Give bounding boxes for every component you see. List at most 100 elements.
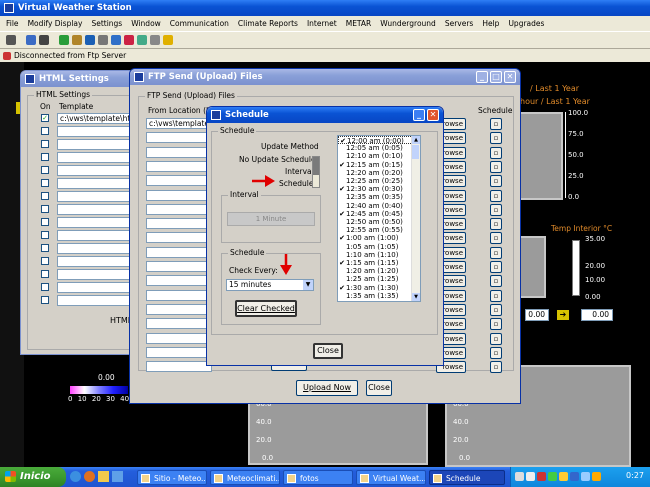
time-list-item[interactable]: 12:10 am (0:10) bbox=[338, 152, 413, 160]
ftp-from-field[interactable] bbox=[146, 332, 212, 344]
menu-item[interactable]: Internet bbox=[307, 19, 337, 28]
slider-thumb[interactable] bbox=[313, 157, 319, 175]
menu-item[interactable]: Upgrades bbox=[508, 19, 544, 28]
time-list-item[interactable]: 1:10 am (1:10) bbox=[338, 251, 413, 259]
html-row-checkbox[interactable] bbox=[41, 179, 49, 187]
schedule-row-button[interactable]: ▫ bbox=[490, 275, 502, 288]
schedule-row-button[interactable]: ▫ bbox=[490, 361, 502, 374]
ftp-from-field[interactable] bbox=[146, 132, 212, 144]
time-list-item[interactable]: ✔1:15 am (1:15) bbox=[338, 259, 413, 267]
minimize-button[interactable]: _ bbox=[476, 71, 488, 83]
ftp-from-field[interactable]: c:\vws\template\m bbox=[146, 118, 212, 129]
clock[interactable]: 0:27 bbox=[626, 471, 644, 480]
help-icon[interactable] bbox=[163, 35, 173, 45]
html-row-checkbox[interactable] bbox=[41, 205, 49, 213]
ie-icon[interactable] bbox=[70, 471, 81, 482]
firefox-icon[interactable] bbox=[84, 471, 95, 482]
menu-item[interactable]: Climate Reports bbox=[238, 19, 298, 28]
ftp-from-field[interactable] bbox=[146, 261, 212, 272]
checkmark-icon[interactable]: ✔ bbox=[338, 234, 346, 242]
ftp-from-field[interactable] bbox=[146, 318, 212, 330]
time-list-item[interactable]: 12:50 am (0:50) bbox=[338, 218, 413, 226]
menu-item[interactable]: Help bbox=[482, 19, 499, 28]
schedule-row-button[interactable]: ▫ bbox=[490, 175, 502, 188]
ftp-from-field[interactable] bbox=[146, 146, 212, 158]
html-row-checkbox[interactable] bbox=[41, 231, 49, 239]
taskbar-item-vws[interactable]: Virtual Weat... bbox=[356, 470, 426, 485]
ftp-send-titlebar[interactable]: FTP Send (Upload) Files _ □ ✕ bbox=[130, 69, 520, 85]
scroll-thumb[interactable] bbox=[412, 145, 419, 159]
menu-item[interactable]: Settings bbox=[91, 19, 122, 28]
taskbar-item-meteoclimatic[interactable]: Meteoclimati... bbox=[210, 470, 280, 485]
html-row-checkbox[interactable] bbox=[41, 166, 49, 174]
desktop-icon[interactable] bbox=[112, 471, 123, 482]
schedule-close-button[interactable]: Close bbox=[313, 343, 343, 359]
schedule-row-button[interactable]: ▫ bbox=[490, 232, 502, 245]
schedule-row-button[interactable]: ▫ bbox=[490, 160, 502, 173]
settings-icon[interactable] bbox=[72, 35, 82, 45]
taskbar-item-schedule[interactable]: Schedule bbox=[429, 470, 505, 485]
schedule-row-button[interactable]: ▫ bbox=[490, 132, 502, 145]
download-icon[interactable] bbox=[581, 472, 590, 481]
html-row-checkbox[interactable] bbox=[41, 283, 49, 291]
network-icon[interactable] bbox=[515, 472, 524, 481]
time-list-item[interactable]: ✔12:45 am (0:45) bbox=[338, 210, 413, 218]
html-row-checkbox[interactable] bbox=[41, 218, 49, 226]
time-list-item[interactable]: 12:35 am (0:35) bbox=[338, 193, 413, 201]
html-row-checkbox[interactable]: ✓ bbox=[41, 114, 49, 122]
check-every-select[interactable]: 15 minutes ▼ bbox=[226, 279, 314, 291]
ftp-from-field[interactable] bbox=[146, 203, 212, 215]
time-list-item[interactable]: ✔1:00 am (1:00) bbox=[338, 234, 413, 242]
scroll-up-icon[interactable]: ▲ bbox=[412, 136, 420, 144]
html-row-checkbox[interactable] bbox=[41, 244, 49, 252]
ftp-from-field[interactable] bbox=[146, 361, 212, 373]
menu-item[interactable]: Communication bbox=[170, 19, 229, 28]
taskbar-item-sitio[interactable]: Sitio - Meteo... bbox=[137, 470, 207, 485]
time-list-item[interactable]: 12:25 am (0:25) bbox=[338, 177, 413, 185]
html-row-checkbox[interactable] bbox=[41, 127, 49, 135]
interval-slider[interactable]: 1 Minute bbox=[227, 212, 315, 226]
html-row-checkbox[interactable] bbox=[41, 153, 49, 161]
time-list-item[interactable]: 1:25 am (1:25) bbox=[338, 275, 413, 283]
ftp-icon[interactable] bbox=[111, 35, 121, 45]
html-row-checkbox[interactable] bbox=[41, 270, 49, 278]
palette-icon[interactable] bbox=[124, 35, 134, 45]
time-list-item[interactable]: ✔12:15 am (0:15) bbox=[338, 161, 413, 169]
back-icon[interactable] bbox=[39, 35, 49, 45]
menu-item[interactable]: Modify Display bbox=[28, 19, 83, 28]
ftp-close-button[interactable]: Close bbox=[366, 380, 392, 396]
checkmark-icon[interactable]: ✔ bbox=[338, 259, 346, 267]
ftp-from-field[interactable] bbox=[146, 189, 212, 201]
ftp-from-field[interactable] bbox=[146, 303, 212, 315]
schedule-row-button[interactable]: ▫ bbox=[490, 189, 502, 202]
time-list[interactable]: ✔12:00 am (0:00) 12:05 am (0:05) 12:10 am … bbox=[337, 135, 421, 302]
menu-item[interactable]: File bbox=[6, 19, 19, 28]
security-icon[interactable] bbox=[537, 472, 546, 481]
time-list-item[interactable]: 12:05 am (0:05) bbox=[338, 144, 413, 152]
start-button[interactable]: Inicio bbox=[0, 467, 66, 487]
antivirus-icon[interactable] bbox=[570, 472, 579, 481]
print-icon[interactable] bbox=[6, 35, 16, 45]
time-list-item[interactable]: 1:20 am (1:20) bbox=[338, 267, 413, 275]
ftp-from-field[interactable] bbox=[146, 218, 212, 230]
menu-item[interactable]: Servers bbox=[445, 19, 474, 28]
time-list-item[interactable]: ✔12:00 am (0:00) bbox=[338, 136, 413, 145]
time-list-item[interactable]: 1:35 am (1:35) bbox=[338, 292, 413, 300]
ftp-from-field[interactable] bbox=[146, 346, 212, 358]
messenger-icon[interactable] bbox=[548, 472, 557, 481]
schedule-row-button[interactable]: ▫ bbox=[490, 318, 502, 331]
volume-icon[interactable] bbox=[526, 472, 535, 481]
time-list-item[interactable]: ✔1:30 am (1:30) bbox=[338, 284, 413, 292]
scroll-down-icon[interactable]: ▼ bbox=[412, 293, 420, 301]
html-row-checkbox[interactable] bbox=[41, 140, 49, 148]
gauge-icon[interactable] bbox=[150, 35, 160, 45]
schedule-row-button[interactable]: ▫ bbox=[490, 146, 502, 159]
schedule-row-button[interactable]: ▫ bbox=[490, 346, 502, 359]
ftp-from-field[interactable] bbox=[146, 232, 212, 244]
schedule-row-button[interactable]: ▫ bbox=[490, 261, 502, 273]
update-icon[interactable] bbox=[559, 472, 568, 481]
schedule-row-button[interactable]: ▫ bbox=[490, 203, 502, 216]
schedule-row-button[interactable]: ▫ bbox=[490, 289, 502, 302]
chevron-down-icon[interactable]: ▼ bbox=[303, 280, 313, 290]
schedule-row-button[interactable]: ▫ bbox=[490, 118, 502, 130]
